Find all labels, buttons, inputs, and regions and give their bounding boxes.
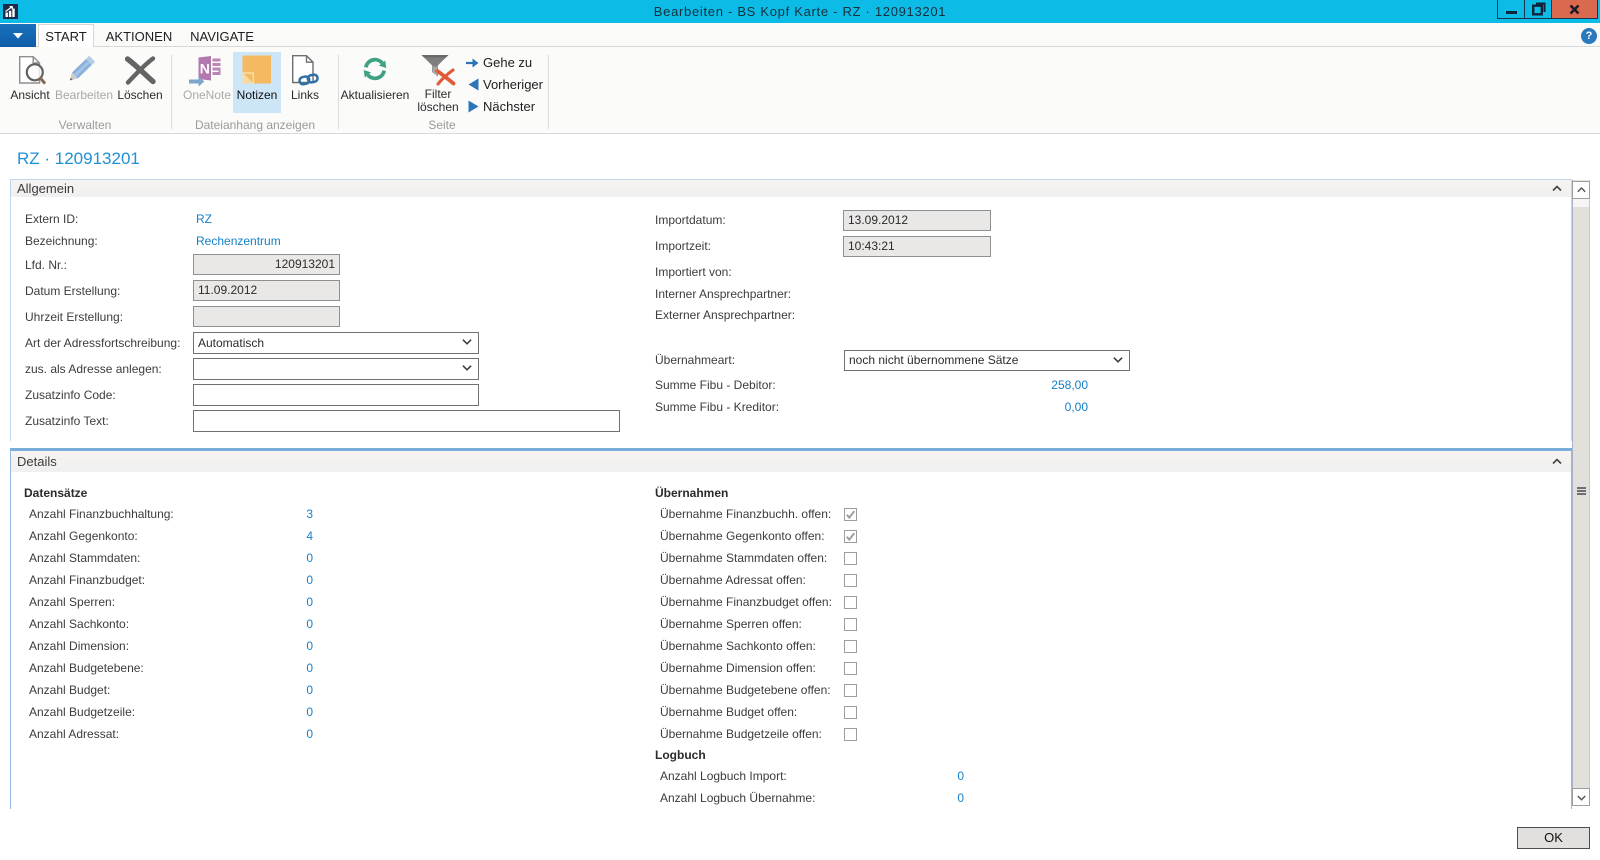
svg-text:N: N xyxy=(200,61,210,77)
